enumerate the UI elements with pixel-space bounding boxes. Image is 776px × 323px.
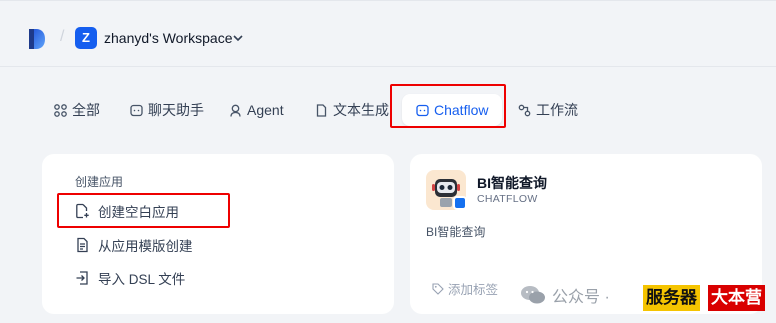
grid-icon (54, 103, 67, 117)
app-description: BI智能查询 (426, 225, 486, 239)
create-app-card: 创建应用 创建空白应用 从应用模版创建 导入 DSL 文件 (42, 154, 394, 314)
action-label: 从应用模版创建 (98, 239, 193, 254)
tab-label: 文本生成 (333, 102, 389, 118)
tab-label: Chatflow (434, 102, 489, 118)
wechat-icon (521, 286, 545, 304)
chatflow-badge-icon (453, 196, 467, 210)
app-type-label: CHATFLOW (477, 193, 538, 205)
chevron-down-icon[interactable] (233, 34, 243, 42)
tab-chatflow[interactable]: Chatflow (402, 94, 503, 126)
tab-label: 工作流 (536, 102, 578, 118)
tab-label: 全部 (72, 102, 100, 118)
dify-logo-icon[interactable] (27, 28, 47, 50)
create-from-template-button[interactable]: 从应用模版创建 (75, 235, 193, 255)
app-title: BI智能查询 (477, 175, 547, 191)
watermark-stamp-left: 服务器 (643, 285, 700, 311)
chat-icon (130, 104, 143, 116)
workspace-avatar[interactable]: Z (75, 27, 97, 49)
breadcrumb-separator: / (60, 28, 65, 45)
chatflow-icon (416, 104, 429, 116)
tag-label: 添加标签 (448, 283, 499, 297)
import-dsl-button[interactable]: 导入 DSL 文件 (75, 268, 185, 288)
workspace-name[interactable]: zhanyd's Workspace (104, 30, 232, 46)
section-title: 创建应用 (75, 175, 124, 189)
create-blank-app-button[interactable]: 创建空白应用 (75, 201, 179, 221)
watermark: 公众号 · (520, 280, 610, 310)
tab-workflow[interactable]: 工作流 (518, 94, 578, 126)
header-divider (0, 66, 776, 67)
import-icon (76, 271, 88, 285)
template-icon (77, 237, 88, 253)
tab-chat-assistant[interactable]: 聊天助手 (130, 94, 204, 126)
new-file-icon (76, 203, 89, 219)
action-label: 导入 DSL 文件 (98, 272, 186, 287)
top-navigation-bar: / Z zhanyd's Workspace (0, 0, 776, 66)
tab-label: Agent (247, 102, 284, 118)
tab-label: 聊天助手 (148, 102, 204, 118)
agent-icon (230, 104, 241, 117)
workflow-icon (518, 104, 531, 116)
document-icon (316, 103, 327, 117)
tab-text-generation[interactable]: 文本生成 (315, 94, 389, 126)
tag-icon (432, 282, 444, 295)
action-label: 创建空白应用 (98, 205, 179, 220)
add-tag-button[interactable]: 添加标签 (432, 279, 498, 298)
tab-agent[interactable]: Agent (229, 94, 284, 126)
tab-all[interactable]: 全部 (54, 94, 100, 126)
watermark-stamp-right: 大本营 (708, 285, 765, 311)
watermark-text: 公众号 · (552, 289, 610, 306)
